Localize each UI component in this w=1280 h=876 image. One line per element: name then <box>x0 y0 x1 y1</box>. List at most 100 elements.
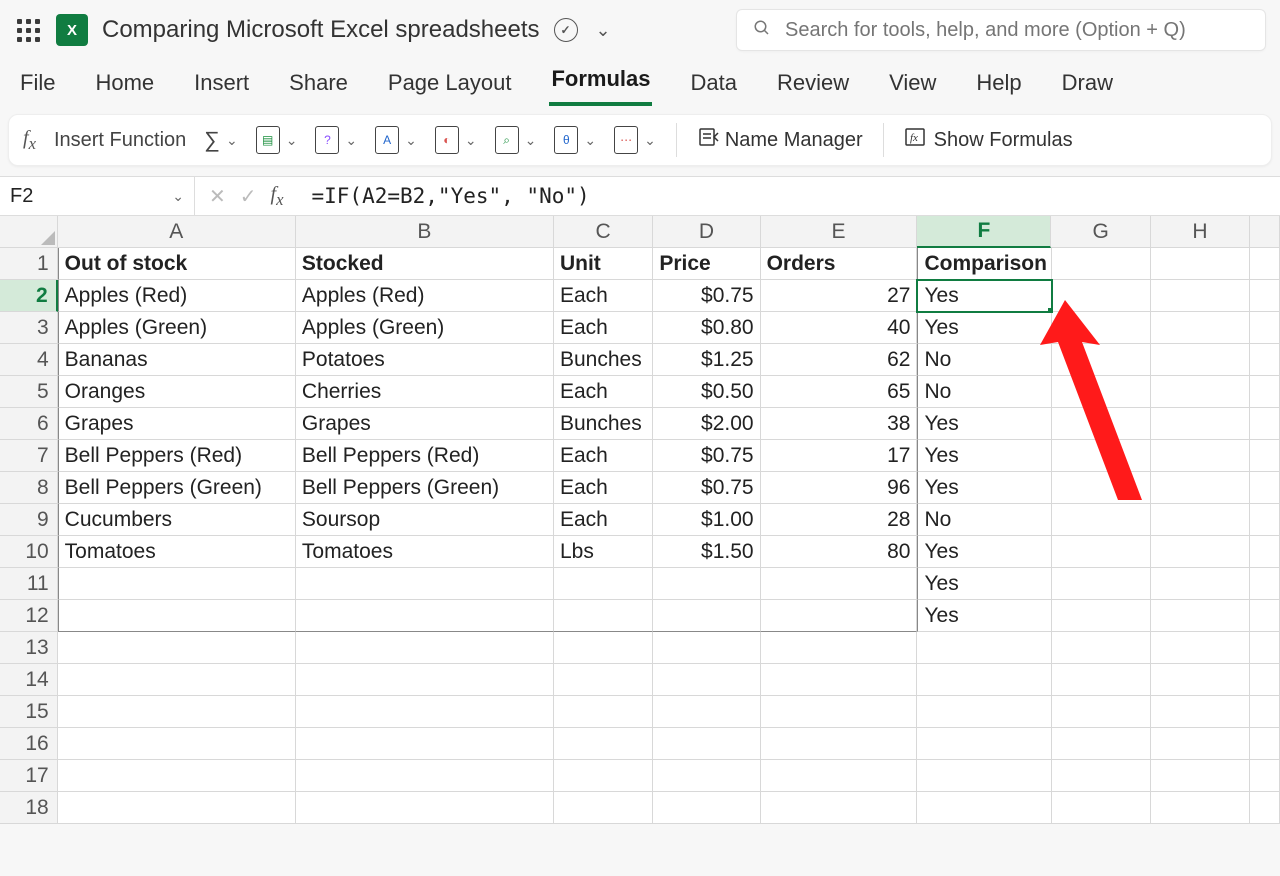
cell[interactable]: 40 <box>761 312 918 344</box>
cell[interactable]: 96 <box>761 472 918 504</box>
cell[interactable]: 17 <box>761 440 918 472</box>
cell[interactable]: Yes <box>917 472 1051 504</box>
cell[interactable] <box>917 792 1051 824</box>
cell[interactable]: Bell Peppers (Red) <box>296 440 554 472</box>
cell[interactable] <box>1250 248 1280 280</box>
cell[interactable] <box>1250 568 1280 600</box>
cell[interactable] <box>917 632 1051 664</box>
cell[interactable]: Each <box>554 376 653 408</box>
col-header-C[interactable]: C <box>554 216 653 248</box>
row-header[interactable]: 7 <box>0 440 58 472</box>
cell[interactable]: No <box>917 376 1051 408</box>
row-header[interactable]: 17 <box>0 760 58 792</box>
row-header[interactable]: 15 <box>0 696 58 728</box>
cell[interactable] <box>1250 280 1280 312</box>
cell[interactable] <box>1052 344 1151 376</box>
cell[interactable] <box>1052 408 1151 440</box>
tab-file[interactable]: File <box>18 64 57 106</box>
row-header[interactable]: 8 <box>0 472 58 504</box>
cell[interactable] <box>1052 472 1151 504</box>
cell[interactable] <box>554 664 653 696</box>
row-header[interactable]: 18 <box>0 792 58 824</box>
cell[interactable] <box>1151 792 1250 824</box>
fx-icon[interactable]: fx <box>271 183 294 210</box>
document-title[interactable]: Comparing Microsoft Excel spreadsheets <box>102 16 540 44</box>
cell[interactable]: Each <box>554 440 653 472</box>
cell[interactable] <box>1250 664 1280 696</box>
cell[interactable] <box>761 792 918 824</box>
cell[interactable]: 28 <box>761 504 918 536</box>
name-box[interactable]: F2 ⌄ <box>0 177 195 215</box>
cell[interactable] <box>917 696 1051 728</box>
row-header[interactable]: 16 <box>0 728 58 760</box>
cell[interactable] <box>1151 472 1250 504</box>
tab-share[interactable]: Share <box>287 64 350 106</box>
cell[interactable]: Stocked <box>296 248 554 280</box>
cell[interactable] <box>1151 440 1250 472</box>
tab-insert[interactable]: Insert <box>192 64 251 106</box>
cell[interactable] <box>1250 792 1280 824</box>
logical-button[interactable]: ?⌄ <box>311 122 361 158</box>
cell[interactable]: $1.50 <box>653 536 760 568</box>
cell[interactable]: 80 <box>761 536 918 568</box>
cell[interactable] <box>296 632 554 664</box>
cell[interactable] <box>58 696 296 728</box>
chevron-down-icon[interactable]: ⌄ <box>172 188 184 205</box>
cell[interactable] <box>761 664 918 696</box>
cell[interactable] <box>1151 664 1250 696</box>
cell[interactable]: Apples (Red) <box>296 280 554 312</box>
cell[interactable] <box>1052 504 1151 536</box>
datetime-button[interactable]: ◐⌄ <box>431 122 481 158</box>
cell[interactable] <box>1250 696 1280 728</box>
cell[interactable] <box>761 696 918 728</box>
cell[interactable]: 65 <box>761 376 918 408</box>
cell[interactable] <box>1151 536 1250 568</box>
cell[interactable]: $1.25 <box>653 344 760 376</box>
cell[interactable] <box>554 728 653 760</box>
cell[interactable] <box>1151 408 1250 440</box>
autosum-button[interactable]: ∑⌄ <box>200 123 241 157</box>
cell[interactable]: Yes <box>917 408 1051 440</box>
cell[interactable] <box>554 792 653 824</box>
cell[interactable]: 62 <box>761 344 918 376</box>
cell[interactable] <box>554 568 653 600</box>
cell[interactable] <box>296 600 554 632</box>
tab-review[interactable]: Review <box>775 64 851 106</box>
cell[interactable] <box>1151 344 1250 376</box>
cell[interactable] <box>1052 792 1151 824</box>
cell[interactable]: Yes <box>917 440 1051 472</box>
cell[interactable]: $2.00 <box>653 408 760 440</box>
cell[interactable] <box>1052 440 1151 472</box>
fill-handle[interactable] <box>1047 307 1052 312</box>
cell[interactable] <box>1052 312 1151 344</box>
tab-help[interactable]: Help <box>974 64 1023 106</box>
cell[interactable]: $0.50 <box>653 376 760 408</box>
tab-view[interactable]: View <box>887 64 938 106</box>
cell[interactable] <box>296 696 554 728</box>
cell[interactable]: Yes <box>917 536 1051 568</box>
cell[interactable]: 27 <box>761 280 918 312</box>
row-header[interactable]: 14 <box>0 664 58 696</box>
cell[interactable] <box>1151 632 1250 664</box>
financial-button[interactable]: ▤⌄ <box>252 122 302 158</box>
math-button[interactable]: θ⌄ <box>550 122 600 158</box>
app-launcher-icon[interactable] <box>14 16 42 44</box>
col-header-E[interactable]: E <box>761 216 918 248</box>
cell[interactable] <box>1052 760 1151 792</box>
cell[interactable]: Each <box>554 312 653 344</box>
cell[interactable]: Each <box>554 472 653 504</box>
col-header-G[interactable]: G <box>1051 216 1150 248</box>
row-header[interactable]: 11 <box>0 568 58 600</box>
cell[interactable]: Grapes <box>296 408 554 440</box>
cell[interactable]: Bell Peppers (Green) <box>58 472 296 504</box>
cell[interactable] <box>296 792 554 824</box>
cell[interactable]: Grapes <box>58 408 296 440</box>
cell[interactable] <box>554 600 653 632</box>
cell[interactable] <box>653 728 760 760</box>
col-header-D[interactable]: D <box>653 216 760 248</box>
cell[interactable] <box>58 664 296 696</box>
cell[interactable]: Cherries <box>296 376 554 408</box>
row-header[interactable]: 10 <box>0 536 58 568</box>
cell[interactable] <box>1052 536 1151 568</box>
cell[interactable] <box>58 792 296 824</box>
